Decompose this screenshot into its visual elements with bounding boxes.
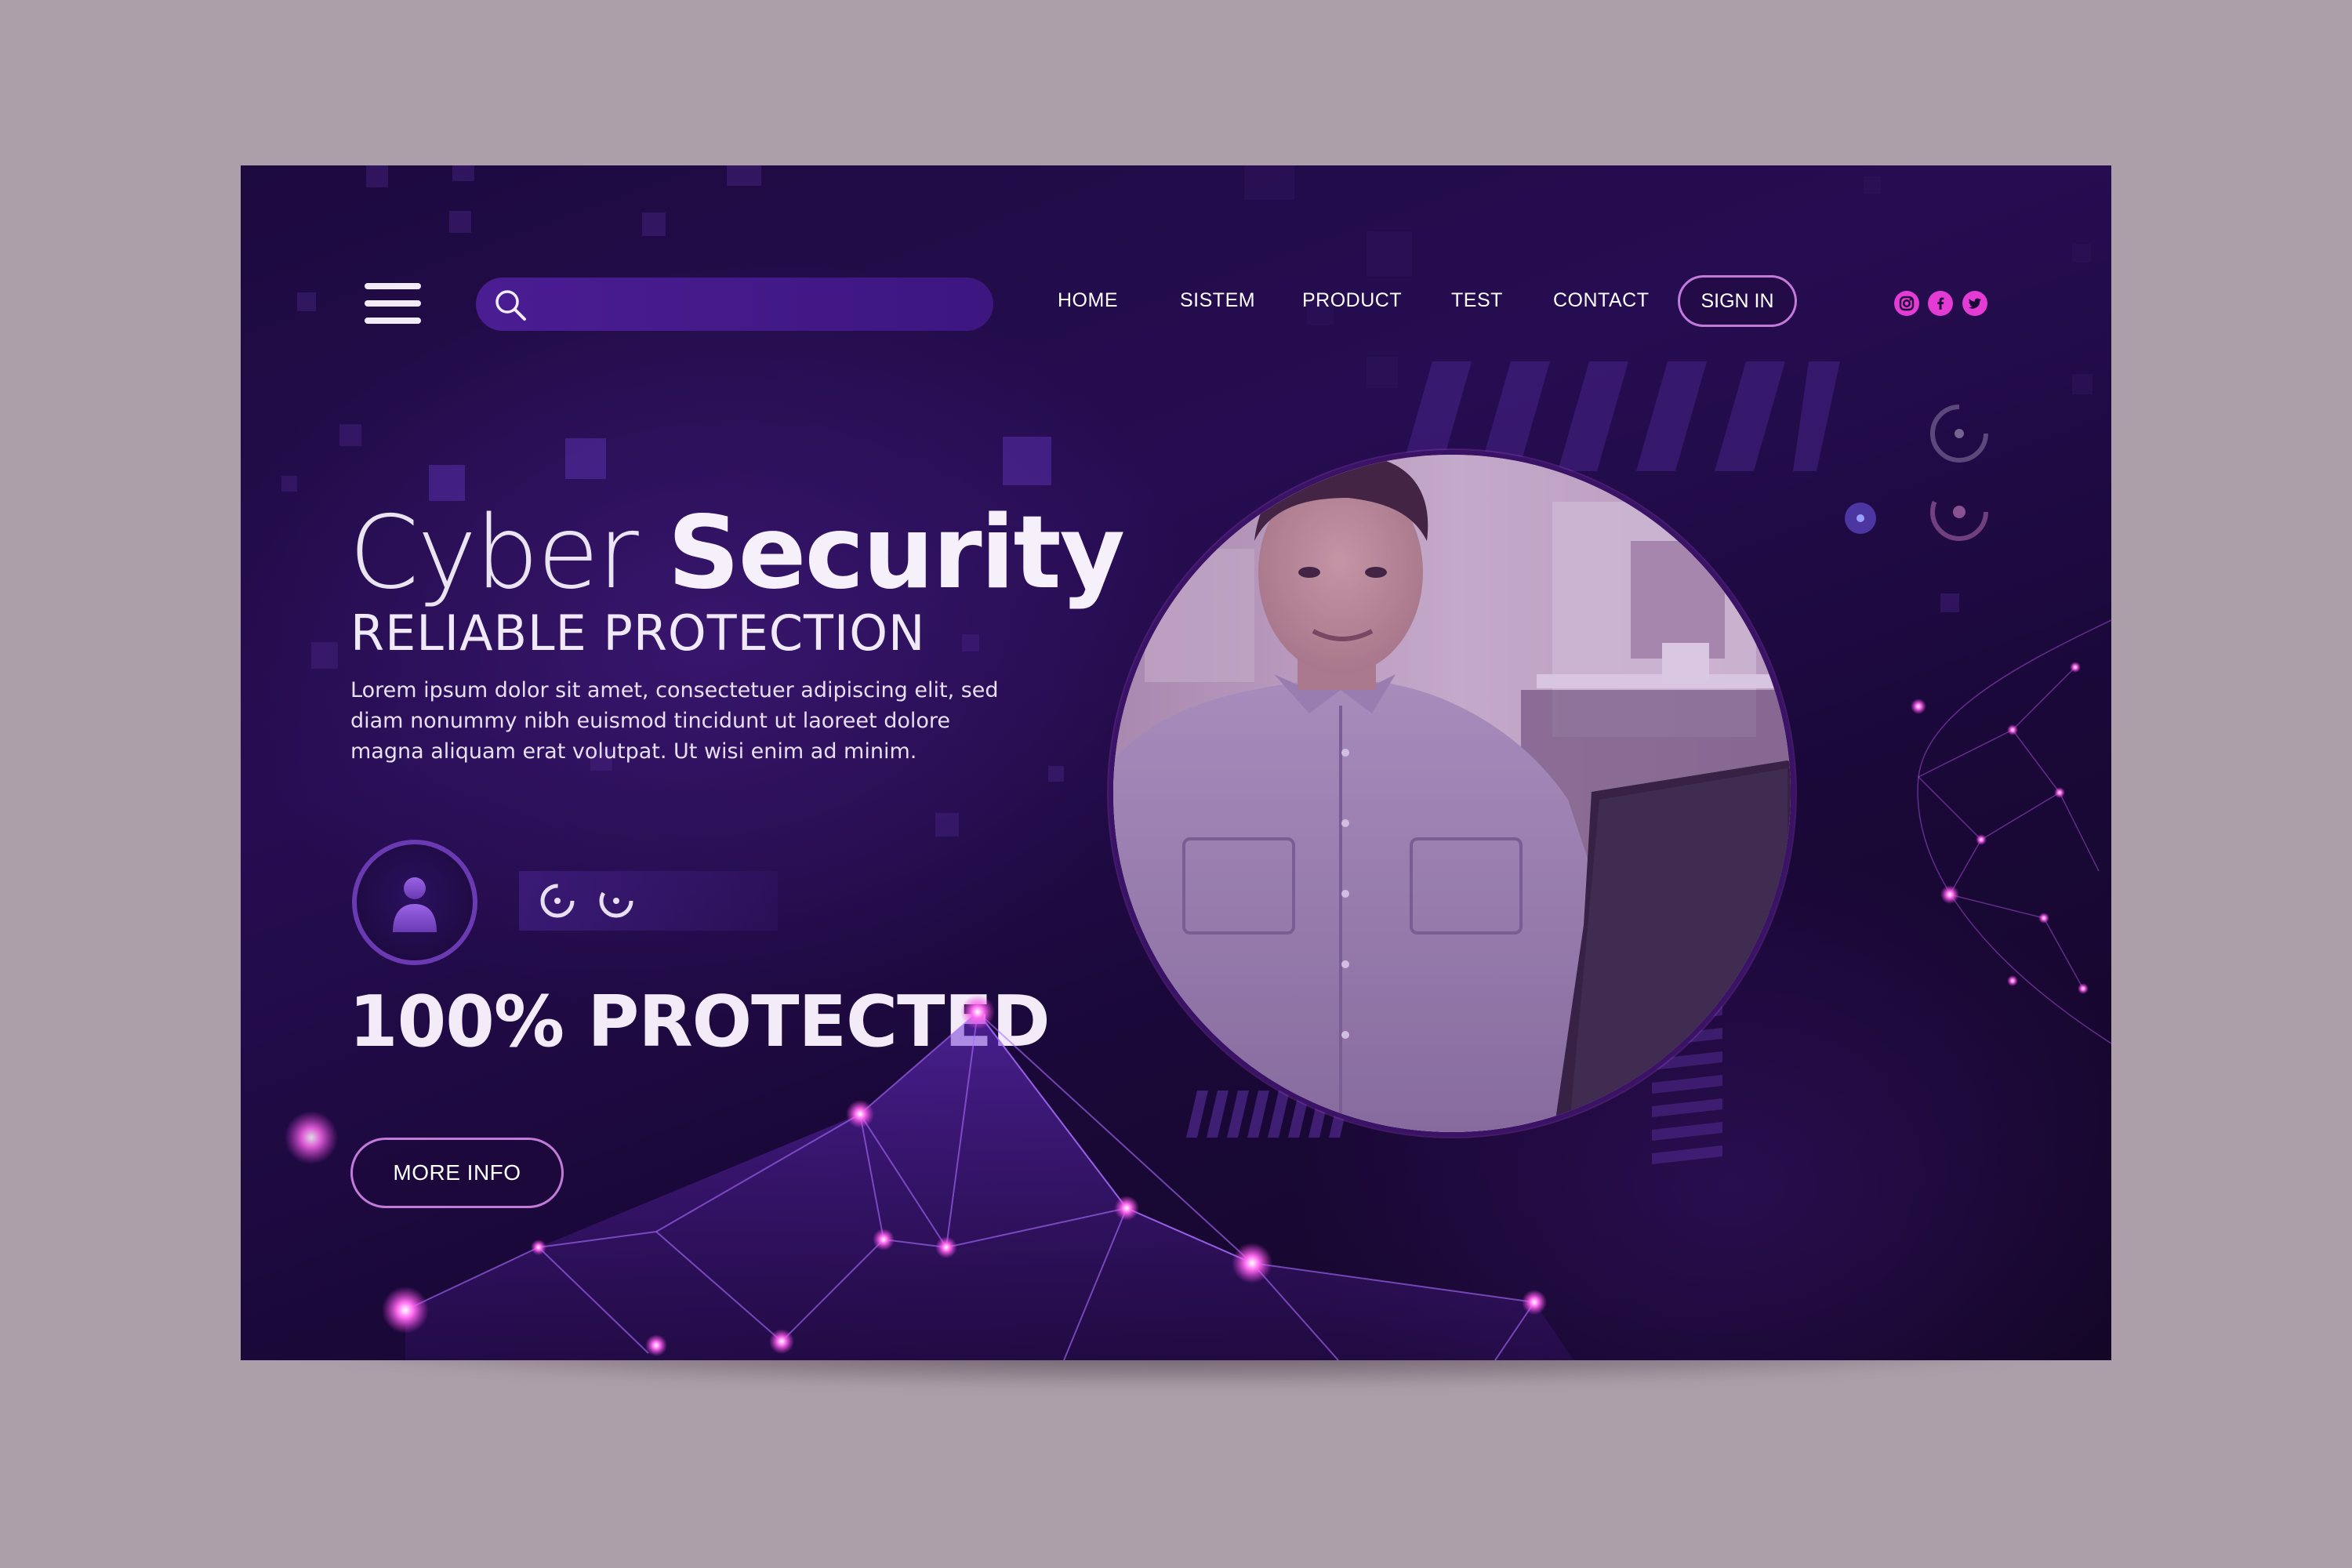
landing-page: HOME SISTEM PRODUCT TEST CONTACT SIGN IN… bbox=[241, 165, 2111, 1360]
hero-photo bbox=[1109, 450, 1795, 1137]
status-dial-icon bbox=[1930, 405, 1988, 463]
person-at-laptop-image bbox=[1113, 455, 1791, 1132]
status-dial-icon bbox=[1930, 483, 1988, 541]
